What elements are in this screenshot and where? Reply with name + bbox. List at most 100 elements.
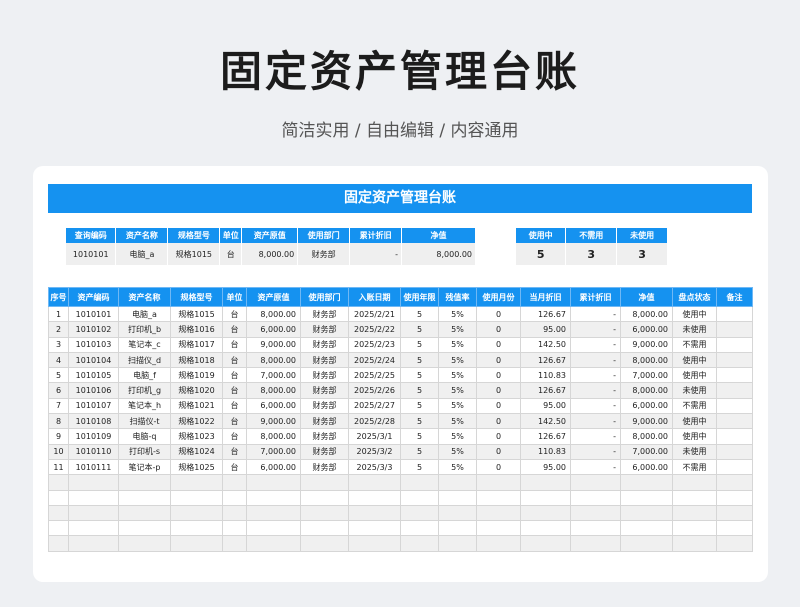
table-cell[interactable]: -	[570, 413, 621, 430]
table-cell[interactable]: 7	[48, 397, 69, 415]
table-cell[interactable]: 5%	[438, 336, 477, 353]
column-header[interactable]: 资产编码	[68, 287, 119, 307]
table-cell[interactable]: 126.67	[520, 428, 571, 445]
table-cell[interactable]	[716, 367, 753, 384]
table-cell[interactable]: 5	[400, 321, 439, 338]
table-cell[interactable]: 台	[222, 458, 247, 476]
table-cell[interactable]	[222, 504, 247, 522]
table-cell[interactable]: 2025/3/1	[348, 428, 401, 445]
column-header[interactable]: 使用部门	[300, 287, 349, 307]
table-cell[interactable]	[716, 474, 753, 491]
table-cell[interactable]	[400, 489, 439, 506]
table-cell[interactable]: 规格1017	[170, 336, 223, 353]
table-cell[interactable]	[620, 489, 673, 506]
table-cell[interactable]: 1010103	[68, 336, 119, 353]
table-cell[interactable]: 台	[222, 336, 247, 353]
table-cell[interactable]: 5	[400, 428, 439, 445]
table-cell[interactable]: 2025/2/21	[348, 305, 401, 323]
table-cell[interactable]: 7,000.00	[246, 443, 301, 460]
table-cell[interactable]: 0	[476, 382, 521, 399]
table-cell[interactable]: 0	[476, 428, 521, 445]
table-cell[interactable]	[222, 489, 247, 506]
table-cell[interactable]: 规格1022	[170, 413, 223, 430]
table-cell[interactable]	[68, 489, 119, 506]
table-cell[interactable]	[300, 489, 349, 506]
table-cell[interactable]: 5%	[438, 321, 477, 338]
column-header[interactable]: 资产原值	[246, 287, 301, 307]
table-cell[interactable]: 5%	[438, 382, 477, 399]
table-cell[interactable]	[672, 520, 717, 537]
table-cell[interactable]	[68, 474, 119, 491]
table-cell[interactable]	[170, 520, 223, 537]
table-cell[interactable]: 10	[48, 443, 69, 460]
table-cell[interactable]	[48, 489, 69, 506]
table-cell[interactable]: 5%	[438, 305, 477, 323]
table-cell[interactable]: 财务部	[300, 305, 349, 323]
table-cell[interactable]: 126.67	[520, 351, 571, 369]
table-cell[interactable]: 5	[48, 367, 69, 384]
table-cell[interactable]	[672, 535, 717, 552]
table-cell[interactable]	[716, 382, 753, 399]
table-cell[interactable]: 1010108	[68, 413, 119, 430]
table-cell[interactable]	[672, 504, 717, 522]
table-cell[interactable]: 财务部	[300, 397, 349, 415]
column-header[interactable]: 使用年限	[400, 287, 439, 307]
table-cell[interactable]: 0	[476, 397, 521, 415]
table-cell[interactable]	[170, 489, 223, 506]
table-cell[interactable]: 8,000.00	[246, 305, 301, 323]
table-cell[interactable]: 笔记本_c	[118, 336, 171, 353]
table-cell[interactable]: 110.83	[520, 443, 571, 460]
table-cell[interactable]: 未使用	[672, 321, 717, 338]
table-cell[interactable]: 财务部	[300, 458, 349, 476]
table-cell[interactable]	[438, 535, 477, 552]
table-cell[interactable]: 5	[400, 382, 439, 399]
table-cell[interactable]	[716, 504, 753, 522]
table-cell[interactable]	[716, 443, 753, 460]
table-cell[interactable]	[246, 504, 301, 522]
table-cell[interactable]	[170, 474, 223, 491]
table-cell[interactable]: 1010106	[68, 382, 119, 399]
table-cell[interactable]: 1010111	[68, 458, 119, 476]
table-cell[interactable]	[400, 520, 439, 537]
table-cell[interactable]: 0	[476, 443, 521, 460]
query-code-input[interactable]: 1010101	[66, 243, 117, 265]
table-cell[interactable]	[570, 504, 621, 522]
table-cell[interactable]	[476, 489, 521, 506]
column-header[interactable]: 规格型号	[170, 287, 223, 307]
table-cell[interactable]	[438, 489, 477, 506]
table-row[interactable]: 6 1010106 打印机_g 规格1020 台 8,000.00 财务部 2025/2/26…	[48, 382, 753, 399]
table-cell[interactable]: 1010101	[68, 305, 119, 323]
table-cell[interactable]: 0	[476, 305, 521, 323]
table-cell[interactable]: 0	[476, 321, 521, 338]
column-header[interactable]: 净值	[620, 287, 673, 307]
table-cell[interactable]: 1010109	[68, 428, 119, 445]
table-cell[interactable]: 2	[48, 321, 69, 338]
table-cell[interactable]	[438, 474, 477, 491]
table-cell[interactable]: 1	[48, 305, 69, 323]
table-cell[interactable]	[716, 413, 753, 430]
empty-table-row[interactable]	[48, 535, 753, 552]
table-cell[interactable]: -	[570, 428, 621, 445]
table-cell[interactable]: 4	[48, 351, 69, 369]
table-cell[interactable]: 不需用	[672, 458, 717, 476]
table-cell[interactable]: 5%	[438, 413, 477, 430]
table-cell[interactable]: 3	[48, 336, 69, 353]
table-cell[interactable]: 财务部	[300, 351, 349, 369]
table-cell[interactable]	[716, 351, 753, 369]
table-cell[interactable]	[400, 535, 439, 552]
table-cell[interactable]	[300, 520, 349, 537]
table-row[interactable]: 8 1010108 扫描仪-t 规格1022 台 9,000.00 财务部 2025/2/28…	[48, 413, 753, 430]
table-cell[interactable]	[348, 489, 401, 506]
table-cell[interactable]: 使用中	[672, 428, 717, 445]
table-cell[interactable]: 5%	[438, 367, 477, 384]
table-row[interactable]: 3 1010103 笔记本_c 规格1017 台 9,000.00 财务部 2025/2/23…	[48, 336, 753, 353]
table-cell[interactable]: 不需用	[672, 397, 717, 415]
table-cell[interactable]: 5%	[438, 397, 477, 415]
table-cell[interactable]: 6,000.00	[620, 321, 673, 338]
table-cell[interactable]	[570, 474, 621, 491]
column-header[interactable]: 盘点状态	[672, 287, 717, 307]
table-cell[interactable]	[68, 520, 119, 537]
table-cell[interactable]: 2025/3/3	[348, 458, 401, 476]
table-cell[interactable]	[476, 535, 521, 552]
table-cell[interactable]	[348, 535, 401, 552]
